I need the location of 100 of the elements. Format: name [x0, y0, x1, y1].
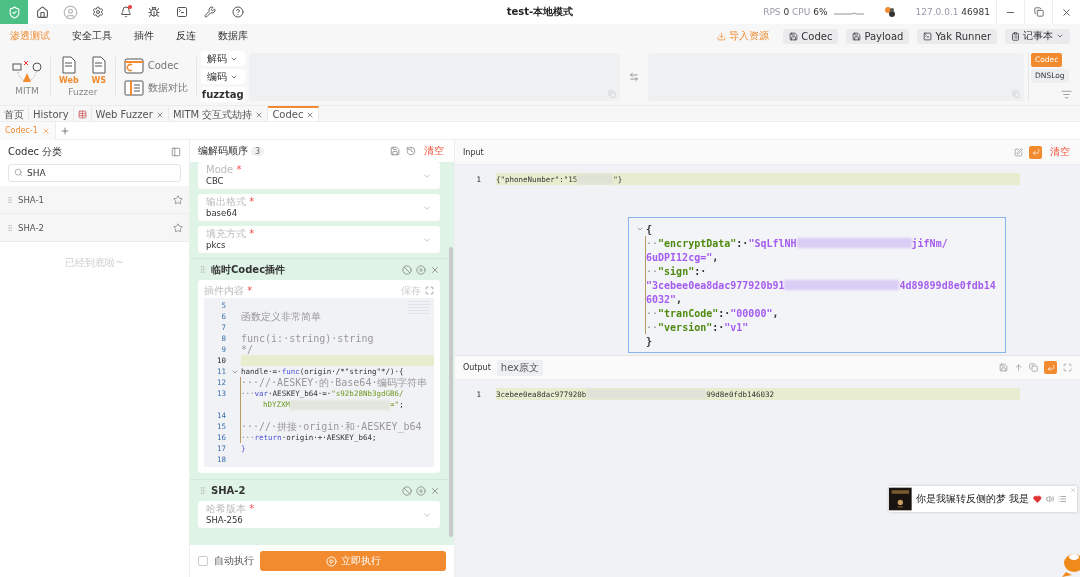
volume-icon[interactable]: [1045, 494, 1055, 504]
playlist-icon[interactable]: [1058, 494, 1067, 504]
code-line: 6032",: [646, 292, 683, 306]
group-label: Fuzzer: [68, 87, 98, 97]
star-icon[interactable]: [173, 194, 183, 205]
copy-icon[interactable]: [1029, 363, 1038, 372]
code-editor[interactable]: [204, 298, 434, 467]
wrap-toggle[interactable]: [1029, 145, 1042, 159]
mitm-button[interactable]: MITM: [8, 57, 46, 96]
menu-tab[interactable]: 安全工具: [72, 29, 112, 43]
compare-icon: [123, 79, 144, 96]
compare-button[interactable]: 数据对比: [119, 79, 192, 96]
disable-icon[interactable]: [402, 485, 412, 496]
mode-select[interactable]: 解码: [200, 51, 245, 66]
close-icon[interactable]: [155, 110, 164, 119]
tab[interactable]: History: [29, 106, 74, 121]
tab[interactable]: Web Fuzzer: [91, 106, 169, 121]
fold-caret-icon[interactable]: [636, 225, 644, 233]
field-label: 哈希版本 *: [206, 503, 256, 515]
close-icon[interactable]: [306, 110, 315, 119]
mode-select[interactable]: 编码: [200, 69, 245, 84]
fullscreen-icon[interactable]: [425, 286, 434, 295]
select-field[interactable]: 哈希版本 * SHA-256: [198, 501, 440, 528]
save-icon[interactable]: [999, 363, 1008, 372]
home-icon[interactable]: [35, 5, 49, 19]
search-field[interactable]: SHA: [8, 164, 181, 182]
field-label: Mode *: [206, 164, 243, 176]
sort-icon[interactable]: [1061, 88, 1072, 100]
tab[interactable]: Codec: [268, 106, 320, 121]
clear-button[interactable]: 清空: [422, 144, 446, 158]
settings-icon[interactable]: [92, 6, 104, 18]
copy-icon[interactable]: [607, 89, 616, 98]
panel-title: 编解码顺序: [198, 144, 248, 158]
edit-icon[interactable]: [1014, 147, 1023, 157]
terminal-icon[interactable]: [176, 6, 188, 18]
checkbox-label: 自动执行: [214, 554, 254, 568]
code-line: ···//·拼接·origin·和·AESKEY_b64: [241, 421, 422, 432]
add-icon[interactable]: [59, 125, 70, 136]
fuzztag-button[interactable]: fuzztag: [200, 87, 245, 102]
heart-icon[interactable]: [1032, 494, 1042, 504]
quick-action-button[interactable]: 记事本: [1005, 28, 1070, 44]
codec-list-item[interactable]: SHA-2: [0, 214, 189, 242]
code-line: ··"encryptData":·"SqLflNH jifNm/: [646, 236, 948, 250]
code-line: ···//·AESKEY·的·Base64·编码字符串: [241, 377, 428, 388]
code-line: {: [646, 222, 653, 236]
save-icon[interactable]: [390, 146, 400, 156]
collapse-panel-icon[interactable]: [171, 147, 181, 157]
scrollbar[interactable]: [449, 247, 453, 537]
wrap-toggle[interactable]: [1044, 361, 1057, 374]
drag-handle-icon[interactable]: [6, 195, 14, 204]
swap-icon[interactable]: [628, 71, 639, 82]
copy-icon[interactable]: [1012, 89, 1020, 98]
input-area[interactable]: [248, 52, 620, 101]
select-field[interactable]: 输出格式 * base64: [198, 194, 440, 221]
codec-button[interactable]: Codec: [119, 57, 183, 74]
disable-icon[interactable]: [402, 264, 412, 275]
code-line: ··"sign":·: [646, 264, 707, 278]
avatar-icon[interactable]: [62, 4, 78, 20]
drag-handle-icon[interactable]: [6, 223, 14, 232]
bell-icon[interactable]: [120, 6, 132, 18]
upload-icon[interactable]: [1014, 363, 1023, 372]
history-icon[interactable]: [406, 146, 416, 156]
field-value: pkcs: [206, 240, 227, 251]
drag-handle-icon[interactable]: [198, 265, 207, 274]
codec-list-item[interactable]: SHA-1: [0, 186, 189, 214]
song-title: 你是我辗转反侧的梦 我是: [915, 492, 1029, 506]
menu-tab[interactable]: 数据库: [218, 29, 248, 43]
menu-tab[interactable]: 插件: [134, 29, 154, 43]
terminal-icon: [923, 31, 933, 41]
panel-title: Input: [463, 147, 484, 157]
checkbox[interactable]: [198, 556, 208, 566]
field-label: 插件内容 *: [204, 284, 253, 297]
quick-action-button[interactable]: Payload: [846, 28, 910, 44]
import-icon: [717, 31, 727, 41]
format-tag[interactable]: hex原文: [496, 359, 544, 376]
close-icon[interactable]: [1061, 6, 1072, 18]
menu-tab[interactable]: 反连: [176, 29, 196, 43]
server-address: 127.0.0.1 46981: [915, 7, 990, 17]
close-icon[interactable]: [255, 110, 264, 119]
pause-icon[interactable]: [416, 485, 426, 496]
help-icon[interactable]: [232, 6, 244, 18]
chevron-icon: [1056, 32, 1064, 40]
bug-icon[interactable]: [148, 6, 160, 18]
restore-icon[interactable]: [1033, 7, 1044, 17]
quick-action-button[interactable]: Codec: [783, 28, 839, 44]
table-icon: [77, 110, 87, 119]
quick-action-button[interactable]: Yak Runner: [917, 28, 997, 44]
shield-button[interactable]: [0, 0, 28, 24]
logo-icon[interactable]: [883, 6, 896, 18]
select-field[interactable]: Mode * CBC: [198, 162, 440, 189]
close-icon[interactable]: [430, 264, 440, 275]
tools-icon[interactable]: [204, 6, 216, 18]
field-label: 输出格式 *: [206, 196, 256, 208]
close-icon[interactable]: [430, 485, 440, 496]
pause-icon[interactable]: [416, 264, 426, 275]
tab[interactable]: 首页: [0, 106, 29, 121]
fullscreen-icon[interactable]: [1063, 363, 1072, 372]
star-icon[interactable]: [173, 222, 183, 233]
code-line: }: [646, 334, 653, 348]
drag-handle-icon[interactable]: [198, 486, 207, 495]
